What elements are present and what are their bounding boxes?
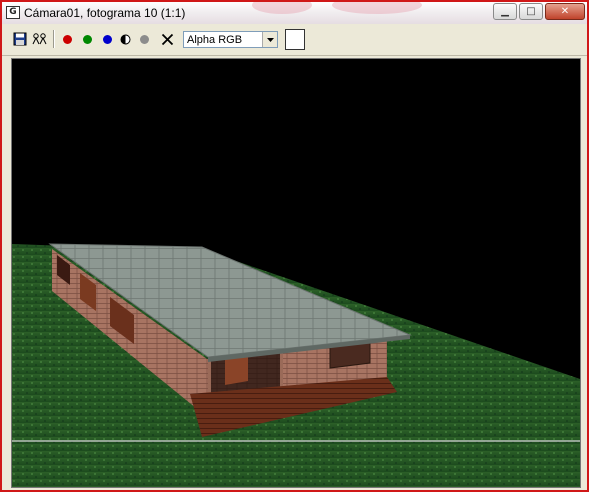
title-bar-decoration xyxy=(332,2,422,14)
blue-channel-button[interactable] xyxy=(98,30,116,48)
red-channel-icon xyxy=(62,34,72,44)
minimize-icon: ▁ xyxy=(501,6,509,17)
green-channel-button[interactable] xyxy=(78,30,96,48)
channel-display-select[interactable]: Alpha RGB xyxy=(183,31,278,48)
clear-button[interactable] xyxy=(158,30,176,48)
alpha-channel-button[interactable] xyxy=(135,30,153,48)
title-bar-decoration xyxy=(252,2,312,14)
color-swatch[interactable] xyxy=(285,29,305,50)
red-channel-button[interactable] xyxy=(58,30,76,48)
toolbar-separator xyxy=(53,30,55,48)
close-button[interactable]: ✕ xyxy=(545,3,585,20)
frame-window-icon: G xyxy=(6,6,20,19)
clear-icon xyxy=(161,33,173,45)
render-frame-window: G Cámara01, fotograma 10 (1:1) ▁ □ ✕ Alp… xyxy=(0,0,589,492)
alpha-channel-icon xyxy=(139,34,149,44)
rendered-house-scene xyxy=(12,243,580,487)
blue-channel-icon xyxy=(102,34,112,44)
clone-window-icon xyxy=(32,33,47,45)
title-bar[interactable]: G Cámara01, fotograma 10 (1:1) ▁ □ ✕ xyxy=(2,2,587,24)
channel-display-value: Alpha RGB xyxy=(187,34,243,46)
clone-window-button[interactable] xyxy=(31,30,49,48)
dropdown-arrow-icon[interactable] xyxy=(262,32,277,47)
green-channel-icon xyxy=(82,34,92,44)
toolbar: Alpha RGB xyxy=(2,24,587,56)
window-title: Cámara01, fotograma 10 (1:1) xyxy=(24,6,186,20)
maximize-button[interactable]: □ xyxy=(519,3,543,20)
save-icon xyxy=(13,32,27,46)
render-viewport xyxy=(11,58,581,488)
save-button[interactable] xyxy=(11,30,29,48)
monochrome-icon xyxy=(120,34,130,44)
monochrome-button[interactable] xyxy=(116,30,134,48)
maximize-icon: □ xyxy=(526,6,536,17)
window-controls: ▁ □ ✕ xyxy=(493,3,585,20)
minimize-button[interactable]: ▁ xyxy=(493,3,517,20)
close-icon: ✕ xyxy=(560,6,570,17)
